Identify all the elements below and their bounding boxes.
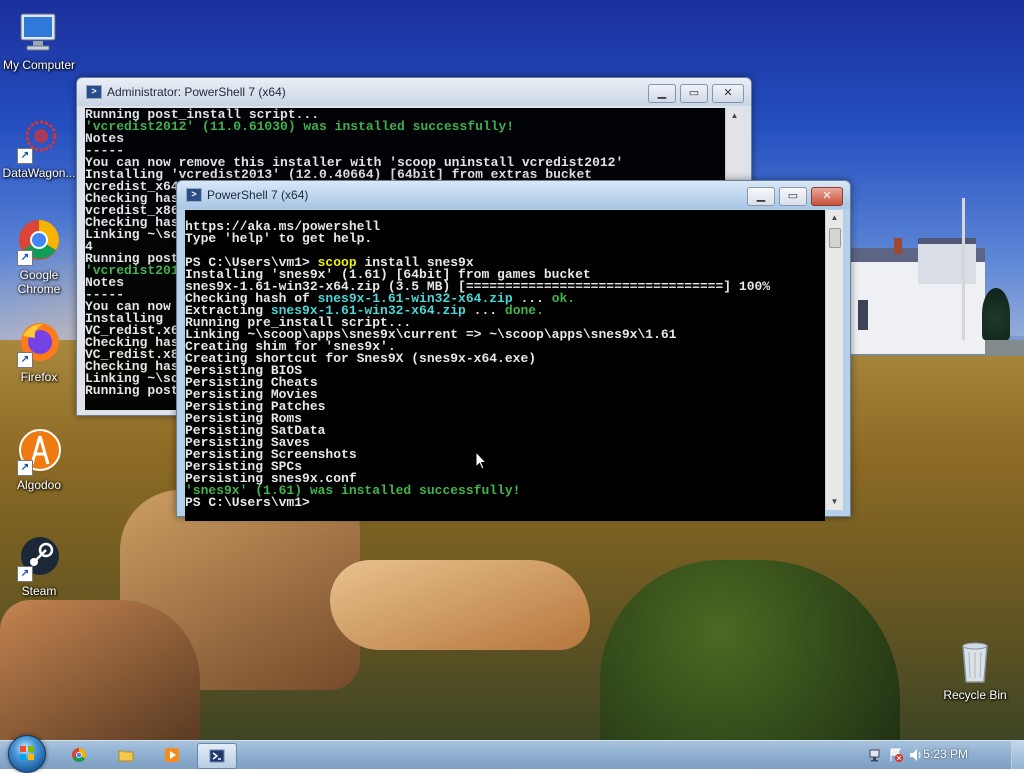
desktop-icon-algodoo[interactable]: ↗ Algodoo bbox=[0, 428, 81, 492]
console-text-segment: done. bbox=[504, 303, 544, 318]
wallpaper-tree bbox=[982, 288, 1010, 340]
shortcut-arrow-icon: ↗ bbox=[17, 148, 33, 164]
console-text-segment: Type 'help' to get help. bbox=[185, 231, 373, 246]
minimize-button[interactable]: ▁ bbox=[747, 187, 775, 206]
taskbar: 5:23 PM bbox=[0, 735, 1024, 773]
powershell-icon bbox=[209, 749, 225, 763]
console-text-segment: ... bbox=[465, 303, 505, 318]
mouse-pointer-icon bbox=[475, 450, 488, 470]
window-title: PowerShell 7 (x64) bbox=[207, 188, 309, 202]
clock[interactable]: 5:23 PM bbox=[923, 747, 968, 761]
powershell-icon: > bbox=[86, 85, 102, 99]
minimize-button[interactable]: ▁ bbox=[648, 84, 676, 103]
computer-icon bbox=[15, 8, 63, 56]
action-center-alert-icon[interactable] bbox=[888, 747, 904, 763]
console-line: PS C:\Users\vm1> bbox=[185, 495, 825, 510]
desktop-icon-label: DataWagon... bbox=[2, 166, 76, 180]
wallpaper-house-roof bbox=[918, 238, 976, 284]
window-titlebar[interactable]: > Administrator: PowerShell 7 (x64) ▁ ▭ … bbox=[77, 78, 751, 106]
taskbar-powershell[interactable] bbox=[197, 743, 237, 769]
maximize-button[interactable]: ▭ bbox=[680, 84, 708, 103]
media-player-icon bbox=[165, 748, 179, 762]
window-titlebar[interactable]: > PowerShell 7 (x64) ▁ ▭ ✕ bbox=[177, 181, 850, 209]
taskbar-chrome[interactable] bbox=[60, 743, 98, 767]
console-line: Notes bbox=[85, 131, 125, 146]
window-title: Administrator: PowerShell 7 (x64) bbox=[107, 85, 286, 99]
desktop-icon-label: Firefox bbox=[20, 370, 58, 384]
show-desktop-button[interactable] bbox=[1011, 741, 1024, 769]
desktop-icon-my-computer[interactable]: My Computer bbox=[0, 8, 81, 72]
console-text-segment: ok. bbox=[551, 291, 576, 306]
shortcut-arrow-icon: ↗ bbox=[17, 250, 33, 266]
firefox-icon: ↗ bbox=[15, 320, 63, 368]
console-text-segment: PS C:\Users\vm1> bbox=[185, 495, 310, 510]
chrome-icon: ↗ bbox=[15, 218, 63, 266]
shortcut-arrow-icon: ↗ bbox=[17, 566, 33, 582]
close-button[interactable]: ✕ bbox=[712, 84, 744, 103]
desktop-icon-label: Google Chrome bbox=[17, 268, 61, 296]
vertical-scrollbar[interactable]: ▲ ▼ bbox=[825, 210, 843, 510]
wallpaper-rocks bbox=[0, 600, 200, 740]
shortcut-arrow-icon: ↗ bbox=[17, 352, 33, 368]
desktop-icon-firefox[interactable]: ↗ Firefox bbox=[0, 320, 81, 384]
scroll-thumb[interactable] bbox=[829, 228, 841, 248]
desktop-icon-steam[interactable]: ↗ Steam bbox=[0, 534, 81, 598]
wallpaper-rocks bbox=[330, 560, 590, 650]
wallpaper-flagpole bbox=[962, 198, 965, 340]
datawagon-icon: ↗ bbox=[15, 116, 63, 164]
desktop-icon-datawagon[interactable]: ↗ DataWagon... bbox=[0, 116, 81, 180]
folder-icon bbox=[118, 750, 134, 762]
algodoo-icon: ↗ bbox=[15, 428, 63, 476]
network-icon[interactable] bbox=[868, 747, 884, 763]
steam-icon: ↗ bbox=[15, 534, 63, 582]
desktop-icon-label: My Computer bbox=[2, 58, 76, 72]
desktop-icon-recycle-bin[interactable]: Recycle Bin bbox=[933, 638, 1017, 702]
taskbar-media-player[interactable] bbox=[153, 743, 191, 767]
volume-icon[interactable] bbox=[908, 747, 924, 763]
recycle-bin-icon bbox=[951, 638, 999, 686]
taskbar-file-explorer[interactable] bbox=[107, 743, 145, 767]
desktop-icon-label: Algodoo bbox=[16, 478, 62, 492]
scroll-up-arrow-icon[interactable]: ▲ bbox=[726, 108, 743, 124]
close-button[interactable]: ✕ bbox=[811, 187, 843, 206]
console-line: Type 'help' to get help. bbox=[185, 231, 825, 246]
scroll-down-arrow-icon[interactable]: ▼ bbox=[826, 494, 843, 510]
wallpaper-chimney bbox=[894, 238, 902, 254]
windows-flag-icon bbox=[20, 746, 34, 760]
chrome-icon bbox=[72, 748, 86, 762]
system-tray: 5:23 PM bbox=[854, 741, 1024, 769]
start-button[interactable] bbox=[8, 735, 46, 773]
powershell-icon: > bbox=[186, 188, 202, 202]
powershell-window[interactable]: > PowerShell 7 (x64) ▁ ▭ ✕ https://aka.m… bbox=[176, 180, 851, 521]
scroll-up-arrow-icon[interactable]: ▲ bbox=[826, 210, 843, 226]
wallpaper-door bbox=[858, 300, 868, 330]
desktop-icon-label: Steam bbox=[21, 584, 57, 598]
desktop-icon-google-chrome[interactable]: ↗ Google Chrome bbox=[0, 218, 81, 296]
maximize-button[interactable]: ▭ bbox=[779, 187, 807, 206]
console-output[interactable]: https://aka.ms/powershell Type 'help' to … bbox=[185, 210, 825, 521]
shortcut-arrow-icon: ↗ bbox=[17, 460, 33, 476]
console-line: 'vcredist2012' (11.0.61030) was installe… bbox=[85, 119, 515, 134]
desktop-icon-label: Recycle Bin bbox=[943, 688, 1007, 702]
